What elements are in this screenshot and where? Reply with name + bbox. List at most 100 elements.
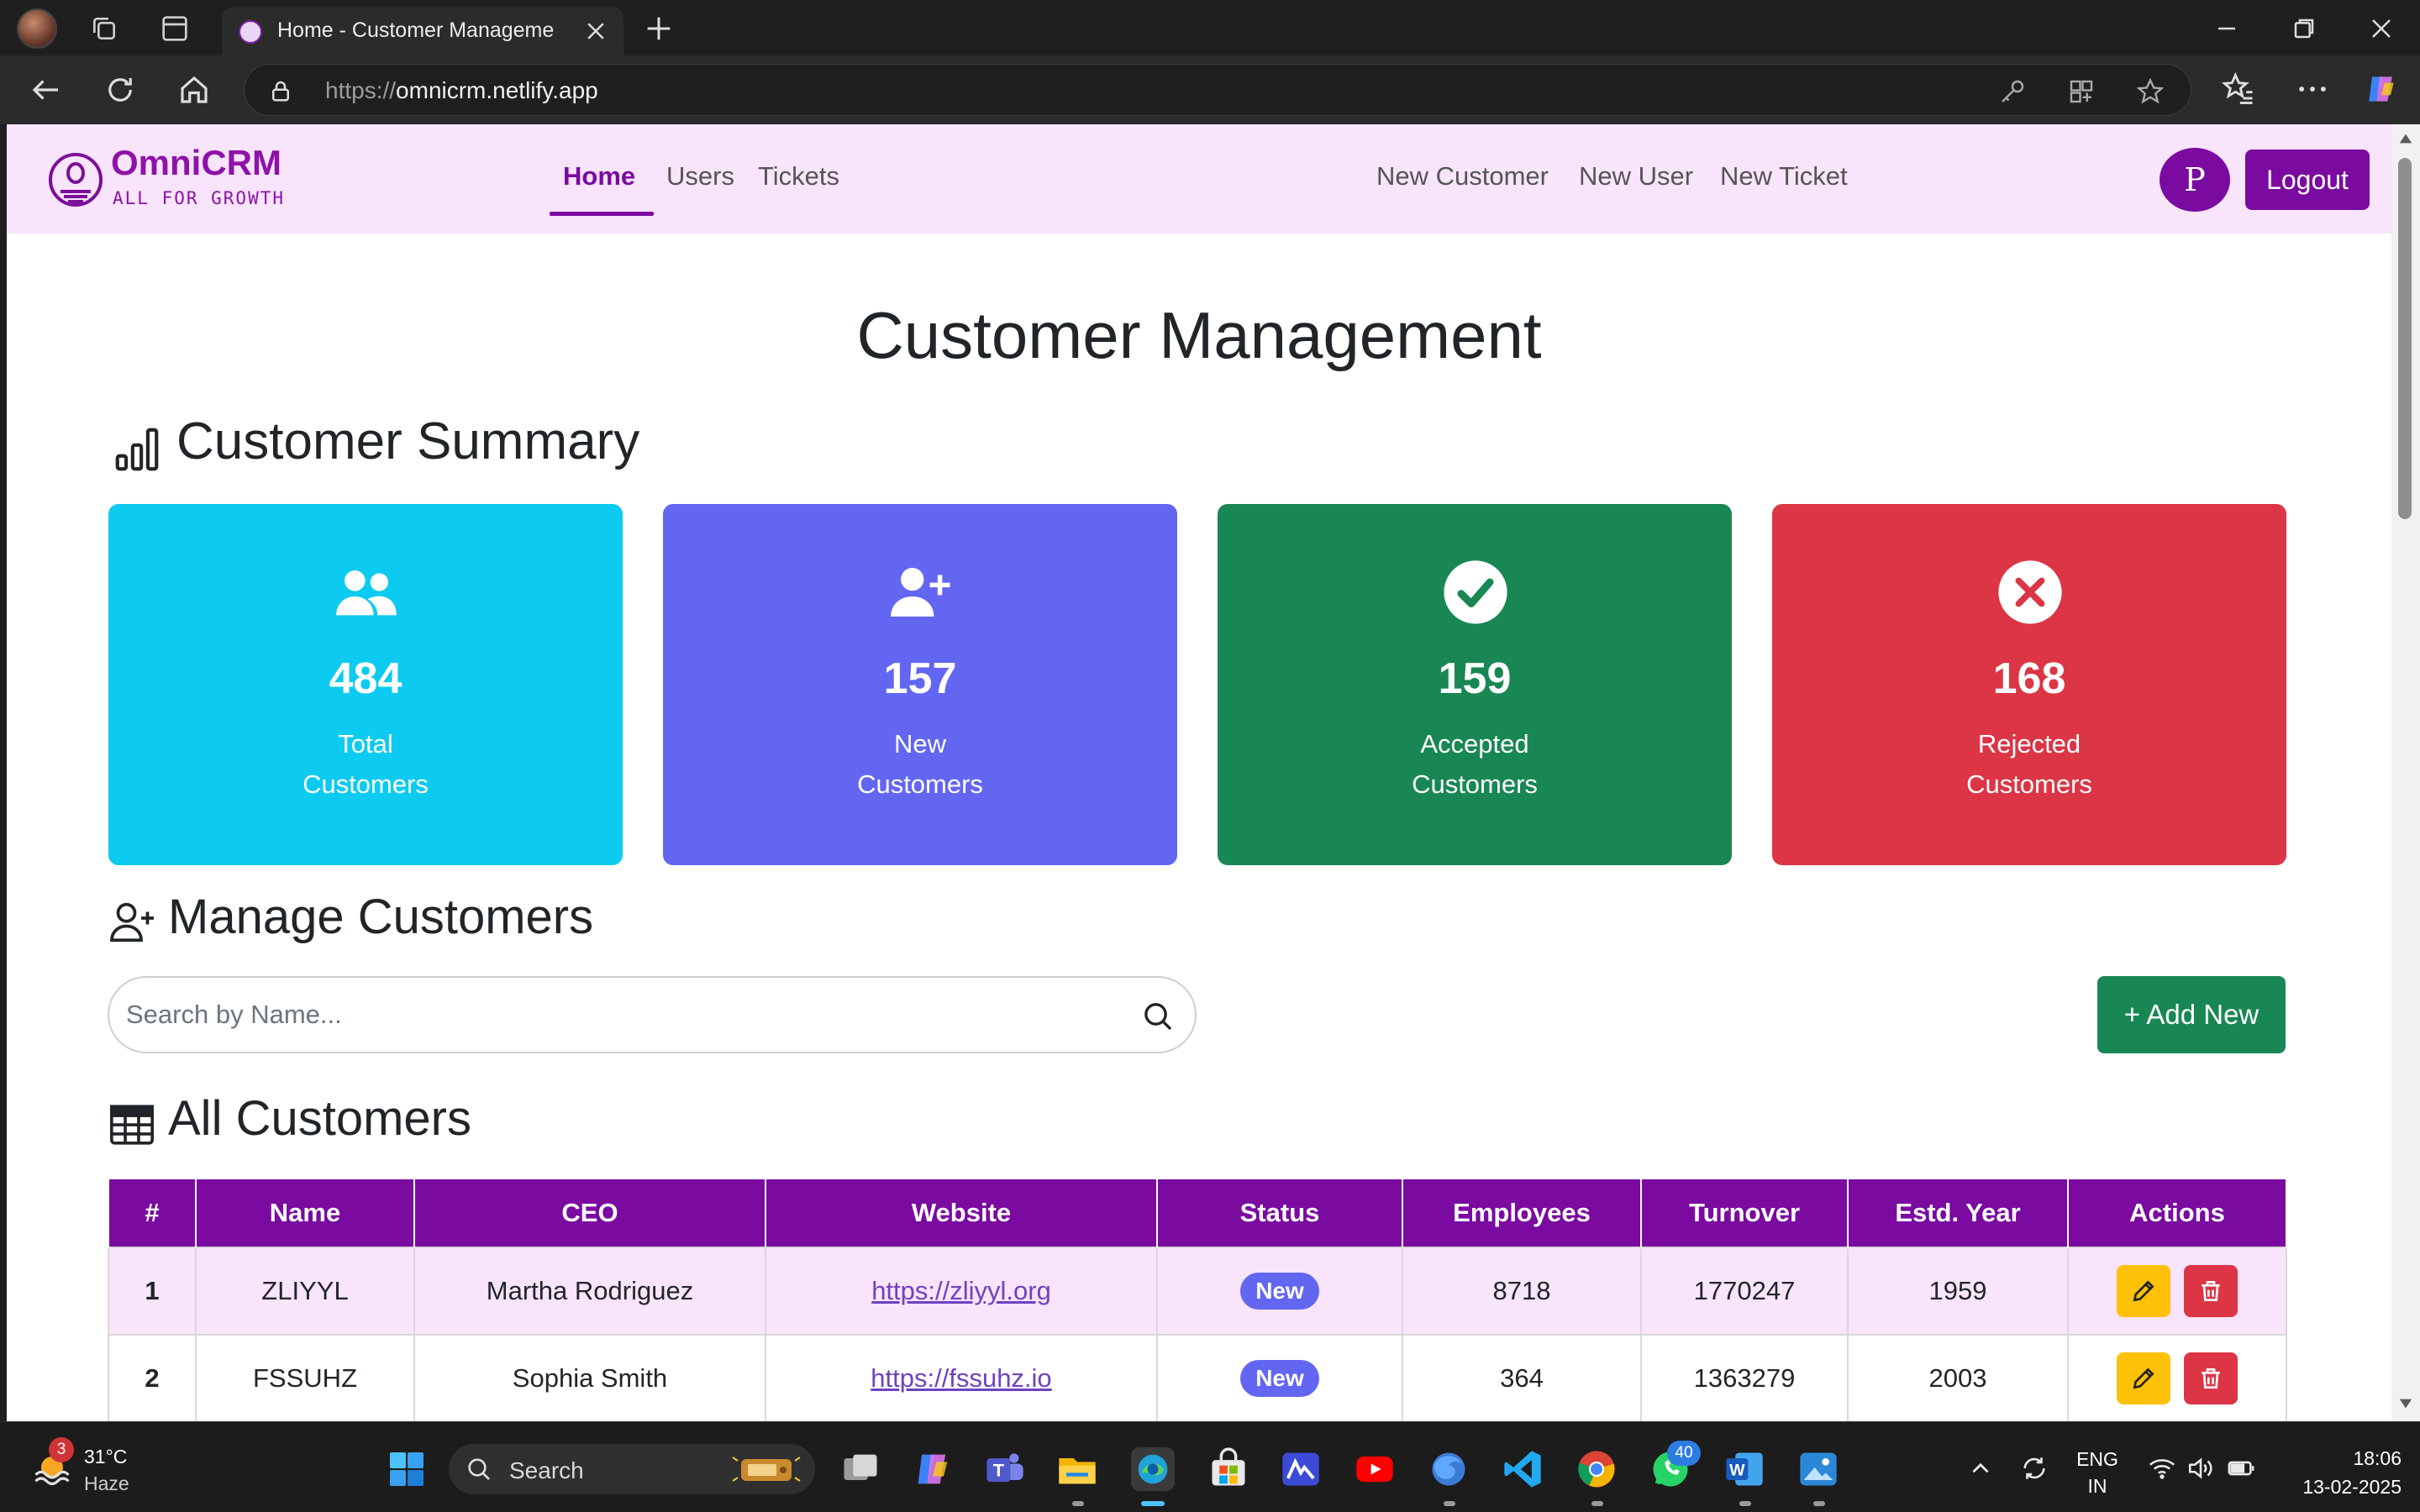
restore-icon[interactable] — [2287, 12, 2321, 45]
workspaces-icon[interactable] — [87, 12, 121, 45]
lock-icon[interactable] — [268, 78, 293, 103]
profile-button[interactable]: P — [2160, 148, 2230, 212]
delete-button[interactable] — [2184, 1352, 2238, 1404]
scroll-thumb[interactable] — [2398, 158, 2412, 519]
total-customers-card[interactable]: 484 Total Customers — [108, 504, 623, 865]
more-menu-icon[interactable] — [2294, 71, 2331, 108]
active-indicator — [1141, 1501, 1165, 1506]
app-available-icon[interactable] — [2066, 76, 2096, 107]
back-icon[interactable] — [29, 72, 64, 108]
cell-employees: 364 — [1402, 1334, 1642, 1421]
search-input[interactable] — [126, 990, 1118, 1040]
firefox-icon[interactable] — [1427, 1447, 1470, 1491]
store-icon[interactable] — [1207, 1447, 1250, 1491]
volume-icon[interactable] — [2186, 1454, 2215, 1483]
trash-icon — [2202, 1368, 2220, 1389]
cell-index: 2 — [108, 1334, 197, 1421]
nav-link-new-user[interactable]: New User — [1579, 161, 1693, 192]
edit-button[interactable] — [2116, 1352, 2170, 1404]
edge-icon[interactable] — [1131, 1447, 1175, 1491]
logo-name[interactable]: OmniCRM — [111, 143, 281, 183]
copilot-icon[interactable] — [2363, 71, 2400, 108]
task-view-icon[interactable] — [839, 1447, 882, 1491]
youtube-icon[interactable] — [1353, 1447, 1397, 1491]
delete-button[interactable] — [2184, 1265, 2238, 1317]
profile-avatar[interactable] — [17, 8, 57, 49]
col-header-name[interactable]: Name — [195, 1178, 415, 1247]
battery-icon[interactable] — [2227, 1454, 2255, 1483]
card-value: 168 — [1992, 654, 2066, 703]
refresh-icon[interactable] — [103, 72, 138, 108]
scroll-down-arrow-icon[interactable] — [2398, 1396, 2413, 1411]
close-window-icon[interactable] — [2365, 12, 2398, 45]
vertical-tabs-icon[interactable] — [158, 12, 192, 45]
language-line2: IN — [2087, 1475, 2107, 1497]
word-icon[interactable]: W — [1723, 1447, 1766, 1491]
page-scrollbar[interactable] — [2391, 124, 2420, 1421]
col-header-estd-year[interactable]: Estd. Year — [1847, 1178, 2069, 1247]
close-tab-icon[interactable] — [583, 18, 608, 44]
edit-button[interactable] — [2116, 1265, 2170, 1317]
system-clock[interactable]: 18:06 13-02-2025 — [2302, 1444, 2402, 1501]
copilot-app-icon[interactable] — [911, 1447, 955, 1491]
nav-link-new-ticket[interactable]: New Ticket — [1720, 161, 1848, 192]
file-explorer-icon[interactable] — [1055, 1447, 1099, 1491]
vscode-icon[interactable] — [1501, 1447, 1544, 1491]
col-header-employees[interactable]: Employees — [1402, 1178, 1642, 1247]
tray-overflow-chevron-icon[interactable] — [1966, 1454, 1995, 1483]
weather-temp[interactable]: 31°C — [84, 1446, 127, 1468]
running-indicator — [1072, 1501, 1084, 1506]
sync-icon[interactable] — [2020, 1454, 2049, 1483]
wifi-icon[interactable] — [2148, 1454, 2176, 1483]
search-icon[interactable] — [1141, 1000, 1175, 1033]
table-row: 2 FSSUHZ Sophia Smith https://fssuhz.io … — [108, 1334, 2287, 1421]
col-header-turnover[interactable]: Turnover — [1640, 1178, 1849, 1247]
search-icon — [466, 1456, 492, 1483]
new-customers-card[interactable]: 157 New Customers — [663, 504, 1177, 865]
chrome-icon[interactable] — [1575, 1447, 1618, 1491]
nav-link-tickets[interactable]: Tickets — [758, 161, 839, 192]
logout-button[interactable]: Logout — [2245, 150, 2370, 210]
minimize-icon[interactable] — [2210, 12, 2244, 45]
browser-tab[interactable]: Home - Customer Management | — [222, 7, 623, 55]
search-box — [108, 976, 1197, 1053]
bar-chart-icon — [111, 423, 163, 475]
taskbar-search[interactable]: Search — [449, 1444, 815, 1494]
website-link[interactable]: https://fssuhz.io — [871, 1363, 1051, 1393]
col-header-index[interactable]: # — [108, 1178, 197, 1247]
table-header-row: # Name CEO Website Status Employees Turn… — [108, 1178, 2287, 1247]
nav-link-new-customer[interactable]: New Customer — [1376, 161, 1549, 192]
address-bar[interactable]: https://omnicrm.netlify.app — [244, 64, 2191, 116]
accepted-customers-card[interactable]: 159 Accepted Customers — [1218, 504, 1732, 865]
nav-link-home[interactable]: Home — [563, 161, 635, 192]
rejected-customers-card[interactable]: 168 Rejected Customers — [1772, 504, 2286, 865]
photos-icon[interactable] — [1797, 1447, 1840, 1491]
nav-link-users[interactable]: Users — [666, 161, 734, 192]
svg-text:W: W — [1729, 1462, 1745, 1480]
cell-employees: 8718 — [1402, 1247, 1642, 1336]
mail-app-icon[interactable] — [1279, 1447, 1323, 1491]
col-header-website[interactable]: Website — [765, 1178, 1158, 1247]
weather-desc[interactable]: Haze — [84, 1473, 129, 1495]
add-new-button[interactable]: + Add New — [2097, 976, 2286, 1053]
col-header-status[interactable]: Status — [1156, 1178, 1403, 1247]
website-link[interactable]: https://zliyyl.org — [871, 1276, 1051, 1305]
person-add-icon — [108, 897, 158, 948]
teams-icon[interactable]: T — [983, 1447, 1027, 1491]
col-header-ceo[interactable]: CEO — [413, 1178, 766, 1247]
omnicrm-logo-icon[interactable] — [45, 143, 106, 217]
favorite-star-icon[interactable] — [2135, 76, 2165, 107]
scroll-up-arrow-icon[interactable] — [2398, 131, 2413, 146]
card-label-line2: Customers — [1412, 769, 1538, 799]
new-tab-icon[interactable] — [642, 12, 676, 45]
windows-start-icon[interactable] — [387, 1449, 427, 1489]
language-indicator[interactable]: ENG IN — [2072, 1446, 2123, 1499]
customer-summary-title: Customer Summary — [176, 412, 640, 470]
cell-status: New — [1156, 1247, 1403, 1336]
key-icon[interactable] — [1997, 76, 2028, 107]
running-indicator — [1813, 1501, 1825, 1506]
favorites-icon[interactable] — [2220, 71, 2257, 108]
running-indicator — [1591, 1501, 1603, 1506]
card-label-line2: Customers — [302, 769, 429, 799]
home-icon[interactable] — [176, 72, 212, 108]
